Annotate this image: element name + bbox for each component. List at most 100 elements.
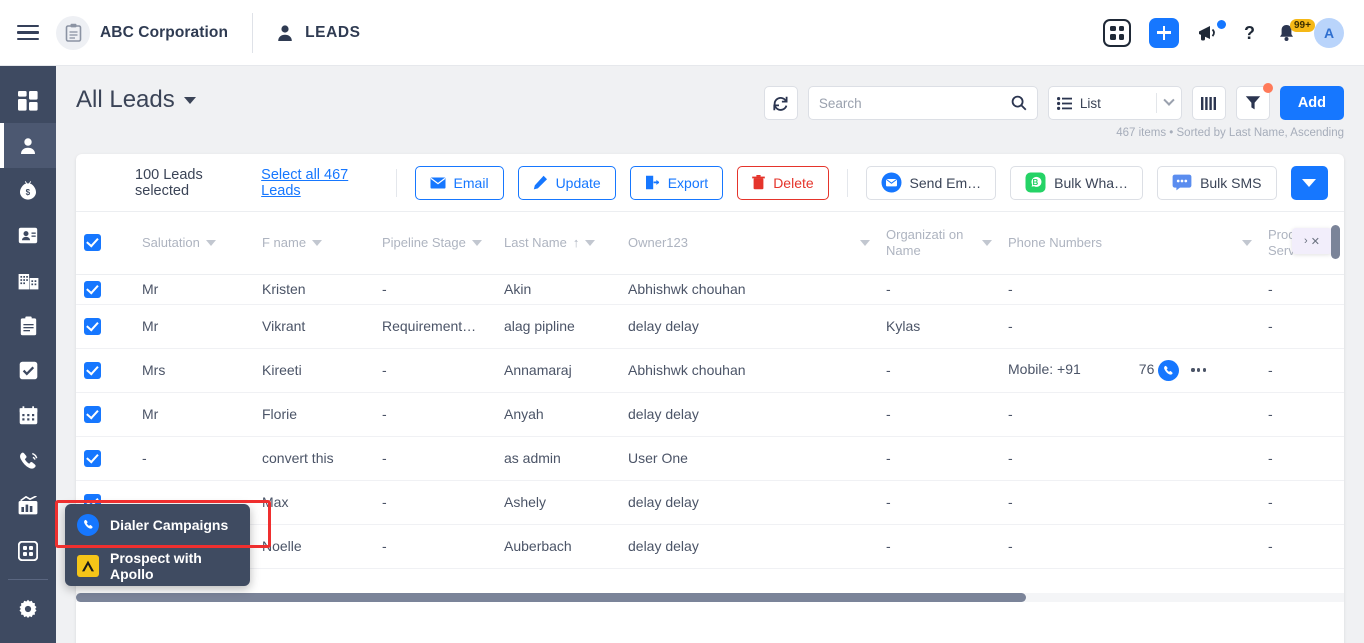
send-email-button-label: Send Em… xyxy=(909,174,982,191)
column-salutation[interactable]: Salutation xyxy=(134,212,254,275)
delete-button[interactable]: Delete xyxy=(737,165,829,200)
cell-lastname: Anyah xyxy=(496,392,620,437)
add-button[interactable]: Add xyxy=(1279,86,1344,120)
export-icon xyxy=(645,175,659,190)
view-select-divider xyxy=(1155,93,1157,113)
table-row[interactable]: - convert this - as admin User One - - - xyxy=(76,436,1344,481)
menu-item-dialer-campaigns[interactable]: Dialer Campaigns xyxy=(65,504,250,545)
select-all-link[interactable]: Select all 467 Leads xyxy=(261,167,377,199)
sidebar-item-marketplace[interactable] xyxy=(0,528,56,573)
page-title[interactable]: All Leads xyxy=(76,86,196,114)
cell-phone: Mobile: +91 76 xyxy=(1000,348,1260,393)
row-expand-popover[interactable]: › ✕ xyxy=(1292,228,1332,254)
column-owner[interactable]: Owner123 xyxy=(620,212,878,275)
caret-down-icon[interactable] xyxy=(471,239,482,246)
row-checkbox[interactable] xyxy=(84,405,101,423)
phone-more-icon[interactable] xyxy=(1191,368,1207,372)
sidebar-item-dashboard[interactable] xyxy=(0,78,56,123)
column-last-name[interactable]: Last Name ↑ xyxy=(496,212,620,275)
sidebar-item-calendar[interactable] xyxy=(0,393,56,438)
bulk-whatsapp-button[interactable]: B Bulk Wha… xyxy=(1010,165,1144,200)
module-block[interactable]: LEADS xyxy=(253,23,361,43)
horizontal-scrollbar-thumb[interactable] xyxy=(76,593,1026,602)
cell-owner: Abhishwk chouhan xyxy=(620,348,878,393)
search-box[interactable] xyxy=(807,86,1038,120)
megaphone-icon[interactable] xyxy=(1197,19,1226,44)
sidebar-item-contacts[interactable] xyxy=(0,213,56,258)
sidebar-item-companies[interactable] xyxy=(0,258,56,303)
sidebar-item-leads[interactable] xyxy=(0,123,56,168)
avatar[interactable]: A xyxy=(1314,17,1344,48)
update-button[interactable]: Update xyxy=(517,165,616,200)
columns-icon[interactable] xyxy=(1191,86,1226,120)
caret-down-icon[interactable] xyxy=(982,239,992,246)
cell-fname: Max xyxy=(254,480,374,525)
email-button[interactable]: Email xyxy=(414,165,504,200)
search-icon[interactable] xyxy=(1011,95,1027,111)
menu-toggle-icon[interactable] xyxy=(0,24,56,41)
caret-down-icon[interactable] xyxy=(312,239,323,246)
select-all-checkbox[interactable] xyxy=(84,234,101,252)
row-checkbox[interactable] xyxy=(84,361,101,379)
row-checkbox[interactable] xyxy=(84,317,101,335)
vertical-scrollbar-thumb[interactable] xyxy=(1331,225,1340,259)
chevron-down-icon[interactable] xyxy=(1163,94,1175,106)
row-select-cell xyxy=(76,348,134,393)
sidebar-item-tasks[interactable] xyxy=(0,348,56,393)
column-fname[interactable]: F name xyxy=(254,212,374,275)
help-icon[interactable]: ? xyxy=(1241,22,1259,44)
caret-down-icon[interactable] xyxy=(860,239,870,246)
filter-icon[interactable] xyxy=(1235,83,1273,120)
cell-lastname: alag pipline xyxy=(496,304,620,349)
row-actions-cell xyxy=(1336,304,1344,349)
organization-block[interactable]: ABC Corporation xyxy=(56,12,254,53)
caret-down-icon[interactable] xyxy=(1242,239,1252,246)
page-title-label: All Leads xyxy=(76,86,175,113)
menu-item-prospect-with-apollo[interactable]: Prospect with Apollo xyxy=(65,545,250,586)
bulk-sms-button[interactable]: Bulk SMS xyxy=(1157,165,1277,200)
add-icon[interactable] xyxy=(1149,17,1179,48)
sidebar-item-reports[interactable] xyxy=(0,483,56,528)
cell-product: - xyxy=(1260,480,1336,525)
table-row[interactable]: Mr Florie - Anyah delay delay - - - xyxy=(76,392,1344,437)
caret-down-icon[interactable] xyxy=(205,239,216,246)
close-icon[interactable]: ✕ xyxy=(1311,235,1320,248)
more-actions-button[interactable] xyxy=(1290,165,1328,200)
refresh-icon[interactable] xyxy=(763,86,798,120)
view-select[interactable]: List xyxy=(1047,86,1182,120)
table-row[interactable]: Mr Vikrant Requirement… alag pipline del… xyxy=(76,304,1344,349)
selected-count: 100 Leads selected xyxy=(135,166,203,199)
expand-row-icon[interactable]: › xyxy=(1304,235,1308,247)
search-input[interactable] xyxy=(818,95,1011,111)
row-checkbox[interactable] xyxy=(84,449,101,467)
apps-grid-icon[interactable] xyxy=(1103,18,1131,47)
email-button-label: Email xyxy=(453,174,489,191)
sidebar-item-calls[interactable] xyxy=(0,438,56,483)
org-logo-icon xyxy=(56,15,90,50)
column-organization-name[interactable]: Organizati on Name xyxy=(878,212,1000,275)
sidebar-item-settings[interactable] xyxy=(0,586,56,631)
table-row[interactable]: Mrs Kireeti - Annamaraj Abhishwk chouhan… xyxy=(76,348,1344,393)
module-name: LEADS xyxy=(305,23,361,41)
envelope-icon xyxy=(430,177,446,188)
bell-icon[interactable]: 99+ xyxy=(1277,18,1315,43)
send-email-button[interactable]: Send Em… xyxy=(865,165,997,200)
export-button[interactable]: Export xyxy=(629,165,724,200)
table-row[interactable]: Mr Kristen - Akin Abhishwk chouhan - - - xyxy=(76,274,1344,305)
horizontal-scrollbar[interactable] xyxy=(76,593,1344,602)
caret-down-icon[interactable] xyxy=(585,239,596,246)
sort-ascending-icon[interactable]: ↑ xyxy=(573,235,580,250)
table-row[interactable]: Noelle - Auberbach delay delay - - - xyxy=(76,524,1344,569)
cell-lastname: Ashely xyxy=(496,480,620,525)
sidebar-item-deals[interactable]: $ xyxy=(0,168,56,213)
cell-organization: - xyxy=(878,436,1000,481)
chevron-down-icon[interactable] xyxy=(183,96,196,104)
row-checkbox[interactable] xyxy=(84,280,101,298)
megaphone-notification-dot xyxy=(1217,19,1226,29)
call-icon[interactable] xyxy=(1158,359,1180,381)
sidebar-item-quotes[interactable] xyxy=(0,303,56,348)
cell-owner: delay delay xyxy=(620,392,878,437)
column-pipeline-stage[interactable]: Pipeline Stage xyxy=(374,212,496,275)
column-phone-numbers[interactable]: Phone Numbers xyxy=(1000,212,1260,275)
table-row[interactable]: Max - Ashely delay delay - - - xyxy=(76,480,1344,525)
